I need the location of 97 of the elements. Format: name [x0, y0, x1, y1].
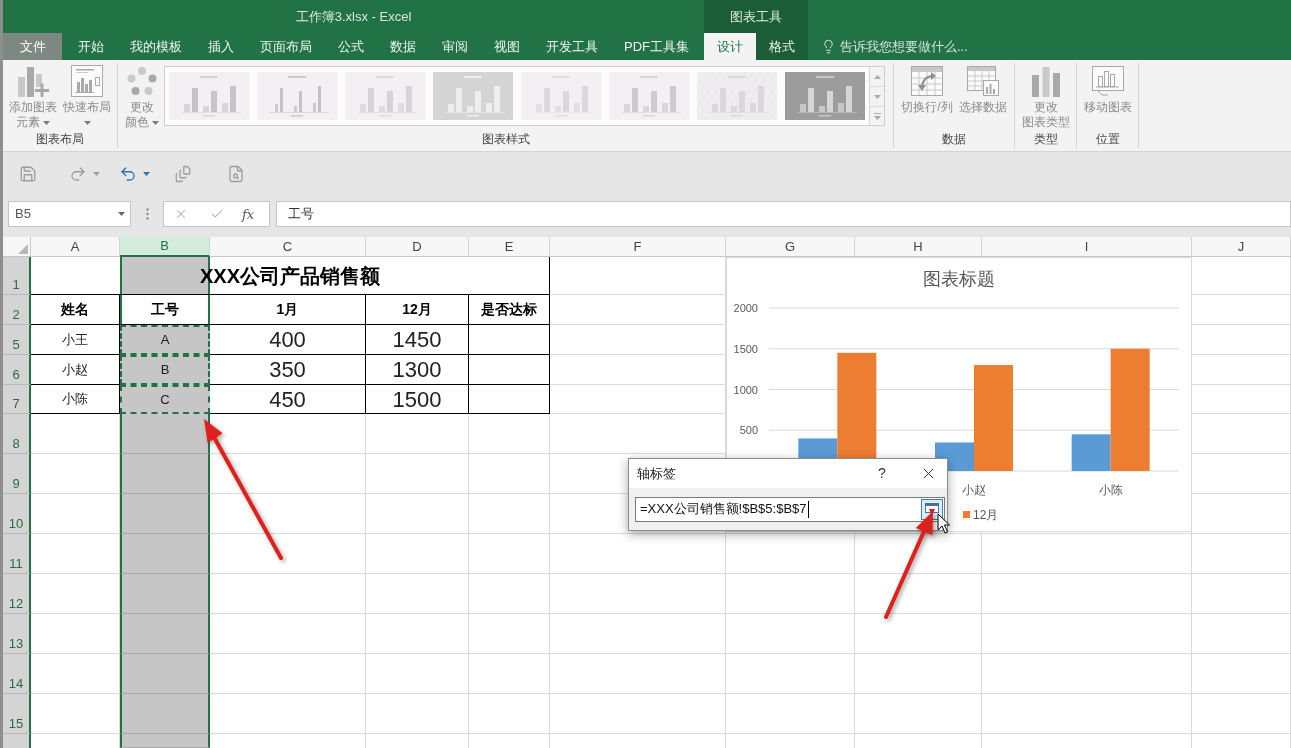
table-cell: 400: [210, 325, 366, 355]
color-dots-icon: [127, 66, 157, 96]
row-header[interactable]: 6: [3, 355, 31, 385]
contextual-group-title: 图表工具: [730, 7, 782, 26]
table-cell: 1300: [366, 355, 469, 385]
ribbon-group-label: 数据: [942, 131, 966, 148]
table-chart-icon: [966, 66, 999, 96]
chart-layout-icon: [71, 65, 103, 97]
formula-field[interactable]: 工号: [276, 201, 1291, 227]
row-header[interactable]: [3, 734, 31, 748]
table-cell: 小陈: [31, 385, 120, 414]
row-header[interactable]: 5: [3, 325, 31, 355]
ribbon-tab[interactable]: 视图: [481, 33, 533, 60]
ribbon-tab[interactable]: PDF工具集: [611, 33, 702, 60]
reference-field[interactable]: =XXX公司销售额!$B$5:$B$7: [635, 496, 945, 522]
name-box[interactable]: B5: [8, 201, 131, 227]
axis-tick-label: 1500: [733, 342, 758, 355]
ribbon-tab[interactable]: 我的模板: [117, 33, 195, 60]
category-label: 小陈: [1098, 483, 1123, 497]
row-header[interactable]: 7: [3, 385, 31, 414]
ribbon-tab[interactable]: 开始: [65, 33, 117, 60]
table-cell: 1450: [366, 325, 469, 355]
row-header[interactable]: 10: [3, 494, 31, 534]
row-header[interactable]: 2: [3, 295, 31, 325]
row-header[interactable]: 13: [3, 614, 31, 654]
bar-chart-plus-icon: [17, 65, 49, 97]
header-cell: 12月: [366, 295, 469, 325]
column-header[interactable]: F: [550, 237, 726, 257]
lightbulb-icon: [821, 39, 836, 54]
row-header[interactable]: 12: [3, 574, 31, 614]
table-cell: A: [120, 325, 210, 355]
table-cell: 小赵: [31, 355, 120, 385]
more-triangle-icon: [873, 112, 881, 120]
chart-title: 图表标题: [923, 269, 995, 289]
row-header[interactable]: 15: [3, 694, 31, 734]
ribbon-tab[interactable]: 公式: [325, 33, 377, 60]
ribbon-tab[interactable]: 插入: [195, 33, 247, 60]
table-cell: 小王: [31, 325, 120, 355]
dialog-title: 轴标签: [637, 464, 676, 483]
undo-icon[interactable]: [119, 165, 137, 183]
collapse-icon: [925, 502, 939, 516]
select-all-button[interactable]: [3, 237, 31, 257]
ribbon-group-label: 图表布局: [36, 131, 84, 148]
down-triangle-icon: [873, 94, 881, 99]
row-header[interactable]: 9: [3, 454, 31, 494]
category-label: 小赵: [962, 483, 986, 497]
chart-frame-icon: [1091, 66, 1124, 96]
column-header[interactable]: J: [1192, 237, 1291, 257]
cancel-icon[interactable]: [174, 207, 188, 221]
corner-triangle-icon: [18, 244, 28, 254]
search-field[interactable]: 告诉我您想要做什么...: [840, 36, 990, 57]
ribbon-group-label: 图表样式: [481, 131, 530, 148]
up-triangle-icon: [873, 74, 881, 79]
column-header[interactable]: C: [210, 237, 366, 257]
ribbon-tab[interactable]: 审阅: [429, 33, 481, 60]
ribbon-tab[interactable]: 设计: [704, 33, 756, 60]
table-cell: 350: [210, 355, 366, 385]
ribbon-tab[interactable]: 数据: [377, 33, 429, 60]
caret-icon[interactable]: [143, 172, 150, 176]
ribbon-tab[interactable]: 开发工具: [533, 33, 611, 60]
column-header[interactable]: I: [982, 237, 1192, 257]
axis-tick-label: 2000: [733, 302, 758, 314]
row-header[interactable]: 1: [3, 257, 31, 295]
row-header[interactable]: 11: [3, 534, 31, 574]
header-cell: 是否达标: [469, 295, 550, 325]
column-header[interactable]: E: [469, 237, 550, 257]
ribbon-tab[interactable]: 页面布局: [247, 33, 325, 60]
bar-chart-icon: [1031, 65, 1060, 97]
file-tab[interactable]: 文件: [3, 33, 62, 60]
column-header[interactable]: B: [120, 237, 210, 257]
dots-icon[interactable]: [146, 208, 149, 220]
check-icon[interactable]: [210, 207, 224, 221]
table-cell: 450: [210, 385, 366, 414]
column-header[interactable]: D: [366, 237, 469, 257]
column-header[interactable]: G: [726, 237, 855, 257]
column-header[interactable]: H: [855, 237, 982, 257]
axis-tick-label: 1000: [733, 383, 758, 396]
ribbon-group-label: 类型: [1033, 131, 1058, 148]
window-title: 工作簿3.xlsx - Excel: [295, 7, 412, 26]
table-swap-icon: [911, 66, 943, 96]
header-cell: 1月: [210, 295, 366, 325]
header-cell: 工号: [120, 295, 210, 325]
axis-tick-label: 500: [739, 424, 758, 437]
text-cursor-icon: [807, 500, 809, 518]
table-cell: 1500: [366, 385, 469, 414]
legend-label: 12月: [973, 508, 999, 522]
ribbon-group-label: 位置: [1095, 131, 1120, 148]
ribbon-tab[interactable]: 格式: [756, 33, 808, 60]
table-cell: C: [120, 385, 210, 414]
help-button[interactable]: ?: [872, 462, 892, 485]
insert-function-button[interactable]: fx: [242, 207, 255, 221]
column-header[interactable]: A: [31, 237, 120, 257]
row-header[interactable]: 14: [3, 654, 31, 694]
caret-icon[interactable]: [118, 212, 125, 216]
header-cell: 姓名: [31, 295, 120, 325]
row-header[interactable]: 8: [3, 414, 31, 454]
table-cell: B: [120, 355, 210, 385]
